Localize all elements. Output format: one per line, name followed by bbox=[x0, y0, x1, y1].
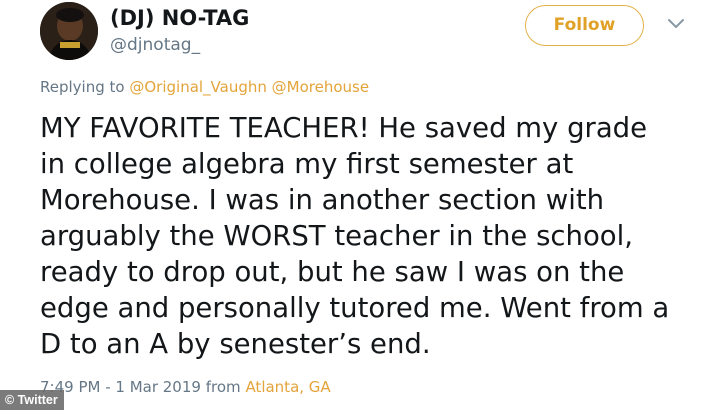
image-credit: © Twitter bbox=[0, 390, 64, 410]
tweet-meta: 7:49 PM - 1 Mar 2019 from Atlanta, GA bbox=[40, 378, 331, 396]
display-name[interactable]: (DJ) NO-TAG bbox=[110, 6, 249, 30]
chevron-down-icon[interactable] bbox=[667, 17, 685, 31]
avatar[interactable] bbox=[40, 2, 98, 60]
user-handle[interactable]: @djnotag_ bbox=[110, 35, 200, 55]
tweet-text: MY FAVORITE TEACHER! He saved my grade i… bbox=[40, 112, 670, 360]
replying-to: Replying to @Original_Vaughn @Morehouse bbox=[40, 78, 369, 96]
mention-link[interactable]: @Original_Vaughn bbox=[129, 78, 267, 96]
follow-button[interactable]: Follow bbox=[525, 5, 644, 46]
replying-to-label: Replying to bbox=[40, 78, 125, 96]
location-link[interactable]: Atlanta, GA bbox=[245, 378, 330, 396]
timestamp[interactable]: 7:49 PM - 1 Mar 2019 bbox=[40, 378, 201, 396]
from-label: from bbox=[205, 378, 241, 396]
mention-link[interactable]: @Morehouse bbox=[272, 78, 369, 96]
